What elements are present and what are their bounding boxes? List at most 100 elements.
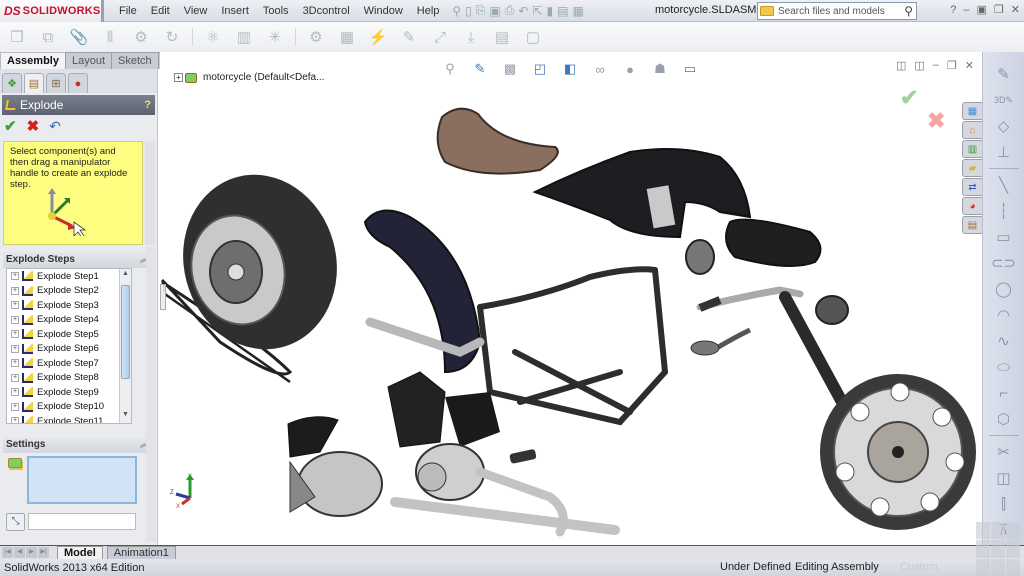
feature-tree-root[interactable]: + motorcycle (Default<Defa... bbox=[174, 72, 324, 83]
explode-steps-scrollbar[interactable]: ▲ ▼ bbox=[119, 269, 131, 423]
property-manager-tab[interactable]: ▤ bbox=[24, 73, 44, 93]
help-button[interactable]: ? bbox=[144, 99, 151, 111]
tab-sketch[interactable]: Sketch bbox=[111, 52, 159, 69]
explode-steps-section-header[interactable]: Explode Steps ︽ bbox=[3, 252, 155, 268]
slot-icon[interactable]: ⊂⊃ bbox=[991, 253, 1016, 273]
menu-view[interactable]: View bbox=[177, 5, 215, 17]
split-view-2-icon[interactable]: ◫ bbox=[914, 59, 924, 72]
relations-icon[interactable]: ⊥ bbox=[992, 142, 1016, 162]
viewport-minimize-icon[interactable]: – bbox=[933, 59, 939, 72]
line-icon[interactable]: ╲ bbox=[992, 175, 1016, 195]
graphics-area[interactable]: + motorcycle (Default<Defa... ⚲ ✎ ▩ ◰ ◧ … bbox=[160, 52, 982, 545]
menu-help[interactable]: Help bbox=[410, 5, 447, 17]
show-hidden-icon[interactable]: ⚛ bbox=[202, 27, 224, 47]
tab-model[interactable]: Model bbox=[57, 545, 103, 560]
display-style-icon[interactable]: ∞ bbox=[590, 60, 610, 78]
tab-layout[interactable]: Layout bbox=[64, 52, 113, 69]
feature-manager-tab[interactable]: ❖ bbox=[2, 73, 22, 93]
custom-properties-icon[interactable]: ▤ bbox=[962, 216, 982, 234]
undo-button[interactable]: ↶ bbox=[49, 118, 61, 135]
expand-icon[interactable]: + bbox=[11, 417, 19, 423]
polygon-icon[interactable]: ⬡ bbox=[992, 409, 1016, 429]
viewport-close-icon[interactable]: ✕ bbox=[965, 59, 974, 72]
search-icon[interactable]: ⚲ bbox=[904, 4, 913, 18]
assembly-features-icon[interactable]: ▥ bbox=[233, 27, 255, 47]
arc-icon[interactable]: ◠ bbox=[992, 305, 1016, 325]
pin-menu-icon[interactable]: ⚲ bbox=[452, 4, 461, 18]
configuration-manager-tab[interactable]: ⊞ bbox=[46, 73, 66, 93]
menu-window[interactable]: Window bbox=[357, 5, 410, 17]
view-settings-icon[interactable]: ▭ bbox=[680, 60, 700, 78]
viewport-restore-icon[interactable]: ❐ bbox=[947, 59, 957, 72]
explode-line-sketch-icon[interactable]: ✎ bbox=[398, 27, 420, 47]
minimize-icon[interactable]: – bbox=[963, 4, 969, 16]
maximize-icon[interactable]: ▣ bbox=[977, 3, 987, 16]
centerline-icon[interactable]: ┆ bbox=[992, 201, 1016, 221]
explode-step-item[interactable]: + Explode Step7 bbox=[7, 356, 131, 371]
explode-step-item[interactable]: + Explode Step9 bbox=[7, 385, 131, 400]
explode-step-item[interactable]: + Explode Step6 bbox=[7, 342, 131, 357]
explode-step-item[interactable]: + Explode Step2 bbox=[7, 284, 131, 299]
ok-button[interactable]: ✔ bbox=[4, 117, 17, 135]
close-icon[interactable]: ✕ bbox=[1011, 3, 1020, 16]
edit-appearance-icon[interactable]: ☗ bbox=[650, 60, 670, 78]
cancel-button[interactable]: ✖ bbox=[27, 117, 40, 135]
file-properties-icon[interactable]: ▤ bbox=[557, 4, 568, 18]
split-view-icon[interactable]: ◫ bbox=[896, 59, 906, 72]
large-assembly-mode-icon[interactable]: ▢ bbox=[522, 27, 544, 47]
convert-entities-icon[interactable]: ◫ bbox=[992, 468, 1016, 488]
next-tab-icon[interactable]: ▶ bbox=[26, 547, 37, 558]
expand-icon[interactable]: + bbox=[11, 388, 19, 397]
search-input[interactable]: Search files and models bbox=[778, 6, 904, 17]
explode-step-item[interactable]: + Explode Step8 bbox=[7, 371, 131, 386]
scroll-up-icon[interactable]: ▲ bbox=[120, 270, 131, 281]
file-explorer-icon[interactable]: ▥ bbox=[962, 140, 982, 158]
panel-scrollbar[interactable] bbox=[146, 247, 156, 542]
message-scrollbar[interactable] bbox=[145, 141, 155, 245]
design-library-icon[interactable]: ⌂ bbox=[962, 121, 982, 139]
save-icon[interactable]: ▣ bbox=[489, 4, 500, 18]
expand-icon[interactable]: + bbox=[11, 272, 19, 281]
explode-distance-field[interactable] bbox=[28, 513, 136, 530]
circle-icon[interactable]: ◯ bbox=[992, 279, 1016, 299]
tab-animation1[interactable]: Animation1 bbox=[106, 545, 176, 560]
scenes-icon[interactable]: ◕ bbox=[962, 197, 982, 215]
3d-sketch-icon[interactable]: 3D✎ bbox=[992, 90, 1016, 110]
expand-icon[interactable]: + bbox=[11, 330, 19, 339]
explode-step-item[interactable]: + Explode Step3 bbox=[7, 298, 131, 313]
explode-step-item[interactable]: + Explode Step4 bbox=[7, 313, 131, 328]
menu-file[interactable]: File bbox=[112, 5, 144, 17]
confirmation-cancel-icon[interactable]: ✖ bbox=[927, 108, 945, 134]
explode-direction-button[interactable]: ⤡ bbox=[6, 513, 25, 531]
expand-icon[interactable]: + bbox=[11, 315, 19, 324]
explode-step-item[interactable]: + Explode Step10 bbox=[7, 400, 131, 415]
menu-insert[interactable]: Insert bbox=[214, 5, 256, 17]
spline-icon[interactable]: ∿ bbox=[992, 331, 1016, 351]
explode-step-item[interactable]: + Explode Step1 bbox=[7, 269, 131, 284]
new-document-icon[interactable]: ▯ bbox=[465, 4, 472, 18]
scrollbar-thumb[interactable] bbox=[121, 285, 130, 379]
fillet-icon[interactable]: ⌐ bbox=[992, 383, 1016, 403]
expand-icon[interactable]: + bbox=[11, 402, 19, 411]
linear-pattern-icon[interactable]: ⫴ bbox=[99, 27, 121, 47]
reference-geometry-icon[interactable]: ✳ bbox=[264, 27, 286, 47]
trim-icon[interactable]: ✂ bbox=[992, 442, 1016, 462]
settings-section-header[interactable]: Settings ︽ bbox=[3, 437, 155, 453]
rectangle-icon[interactable]: ▭ bbox=[992, 227, 1016, 247]
new-motion-study-icon[interactable]: ⚙ bbox=[305, 27, 327, 47]
expand-icon[interactable]: + bbox=[11, 373, 19, 382]
restore-icon[interactable]: ❐ bbox=[994, 3, 1004, 16]
search-box[interactable]: Search files and models ⚲ bbox=[757, 2, 917, 20]
motorcycle-exploded-model[interactable] bbox=[160, 52, 982, 545]
bill-of-materials-icon[interactable]: ▦ bbox=[336, 27, 358, 47]
units-selector[interactable]: Custom bbox=[900, 561, 938, 573]
selected-components-list[interactable] bbox=[27, 456, 137, 504]
previous-view-icon[interactable]: ▩ bbox=[500, 60, 520, 78]
insert-components-icon[interactable]: ⧉ bbox=[37, 27, 59, 47]
solidworks-logo[interactable]: DS SOLIDWORKS bbox=[0, 0, 104, 22]
move-component-icon[interactable]: ↻ bbox=[161, 27, 183, 47]
rebuild-icon[interactable]: ▮ bbox=[546, 4, 553, 18]
open-document-icon[interactable]: ⎘ bbox=[476, 3, 486, 18]
menu-tools[interactable]: Tools bbox=[256, 5, 296, 17]
instant3d-icon[interactable]: ⤢ bbox=[429, 27, 451, 47]
